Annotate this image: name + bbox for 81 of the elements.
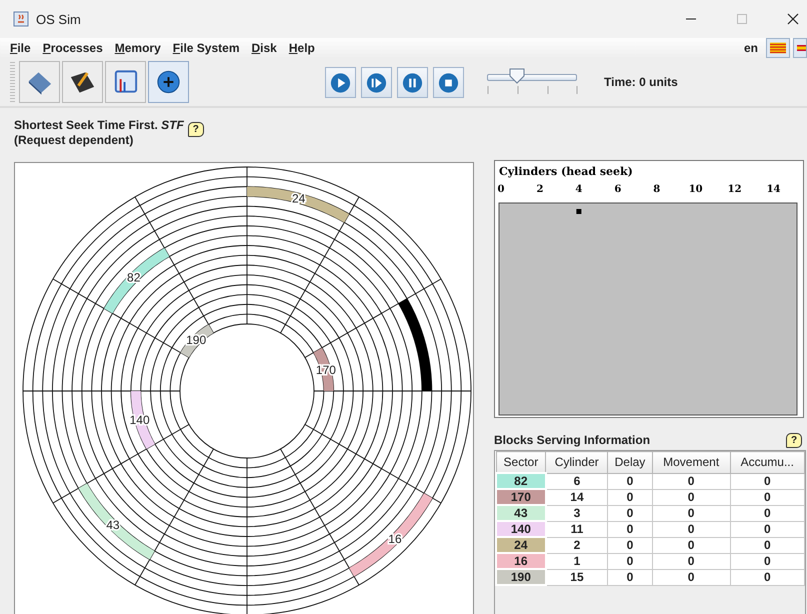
table-cell: 0 [608, 553, 652, 569]
spanish-flag-button[interactable] [793, 38, 807, 58]
block-label: 24 [292, 191, 306, 206]
table-cell: 0 [730, 521, 804, 537]
table-cell: 0 [652, 537, 730, 553]
tick-label: 2 [536, 184, 544, 195]
help-icon[interactable]: ? [188, 122, 204, 137]
menu-item[interactable]: Disk [252, 41, 277, 55]
column-header[interactable]: Delay [608, 452, 652, 473]
menu-item[interactable]: File System [172, 41, 240, 55]
tick-label: 4 [575, 184, 582, 195]
table-cell: 0 [652, 569, 730, 585]
table-cell: 1 [546, 553, 608, 569]
floppy-disk-button[interactable] [62, 61, 103, 103]
table-cell: 0 [608, 521, 652, 537]
tick-label: 8 [653, 184, 660, 195]
table-cell: 11 [546, 521, 608, 537]
sector-cell: 190 [496, 569, 546, 585]
column-header[interactable]: Accumu... [730, 452, 804, 473]
table-cell: 0 [608, 473, 652, 489]
table-cell: 0 [730, 473, 804, 489]
tick-label: 10 [688, 184, 703, 195]
sector-cell: 140 [496, 521, 546, 537]
tick-label: 12 [728, 184, 742, 195]
section-title: Blocks Serving Information [494, 433, 650, 447]
table-cell: 0 [730, 569, 804, 585]
sector-cell: 170 [496, 489, 546, 505]
table-cell: 0 [730, 537, 804, 553]
table-cell: 0 [652, 553, 730, 569]
menu-item[interactable]: File [10, 41, 31, 55]
table-cell: 0 [652, 489, 730, 505]
table-cell: 0 [730, 553, 804, 569]
sector-cell: 43 [496, 505, 546, 521]
sector-cell: 24 [496, 537, 546, 553]
help-icon[interactable]: ? [786, 432, 802, 448]
chart-title: Cylinders (head seek) [499, 165, 633, 178]
menu-item[interactable]: Help [288, 41, 315, 55]
table-cell: 0 [608, 489, 652, 505]
catalan-flag-button[interactable] [766, 38, 790, 58]
table-cell: 0 [608, 569, 652, 585]
table-cell: 0 [652, 521, 730, 537]
tick-label: 6 [614, 184, 622, 195]
window-title: OS Sim [36, 12, 81, 26]
table-cell: 14 [546, 489, 608, 505]
java-app-icon [13, 11, 29, 27]
menu-item[interactable]: Memory [114, 41, 161, 55]
column-header[interactable]: Movement [652, 452, 730, 473]
tick-label: 14 [766, 184, 780, 195]
table-cell: 0 [730, 489, 804, 505]
time-label: Time: 0 units [604, 75, 678, 89]
tick-label: 0 [498, 184, 504, 195]
menu-item[interactable]: Processes [42, 41, 103, 55]
slider-thumb[interactable] [508, 68, 525, 84]
step-button[interactable] [361, 66, 392, 98]
table-cell: 0 [730, 505, 804, 521]
add-button[interactable] [148, 61, 189, 103]
table-cell: 3 [546, 505, 608, 521]
table-cell: 0 [608, 537, 652, 553]
window-tools-button[interactable] [105, 61, 146, 103]
algorithm-subtitle: (Request dependent) [14, 133, 134, 147]
head-position-point [576, 209, 582, 214]
block-label: 82 [127, 270, 140, 285]
column-header[interactable]: Sector [496, 452, 546, 473]
stop-button[interactable] [433, 66, 464, 98]
table-cell: 0 [652, 473, 730, 489]
language-code: en [744, 41, 758, 55]
play-button[interactable] [325, 66, 356, 98]
table-cell: 0 [608, 505, 652, 521]
pause-button[interactable] [397, 66, 428, 98]
column-header[interactable]: Cylinder [546, 452, 608, 473]
algorithm-title: Shortest Seek Time First. STF [14, 118, 184, 132]
striped-flag-icon [770, 41, 786, 55]
block-label: 16 [388, 532, 402, 546]
table-cell: 2 [546, 537, 608, 553]
table-cell: 15 [546, 569, 608, 585]
table-cell: 6 [546, 473, 608, 489]
close-icon[interactable] [787, 13, 799, 25]
sector-cell: 16 [496, 553, 546, 569]
sector-cell: 82 [496, 473, 546, 489]
block-label: 43 [106, 518, 120, 532]
table-cell: 0 [652, 505, 730, 521]
